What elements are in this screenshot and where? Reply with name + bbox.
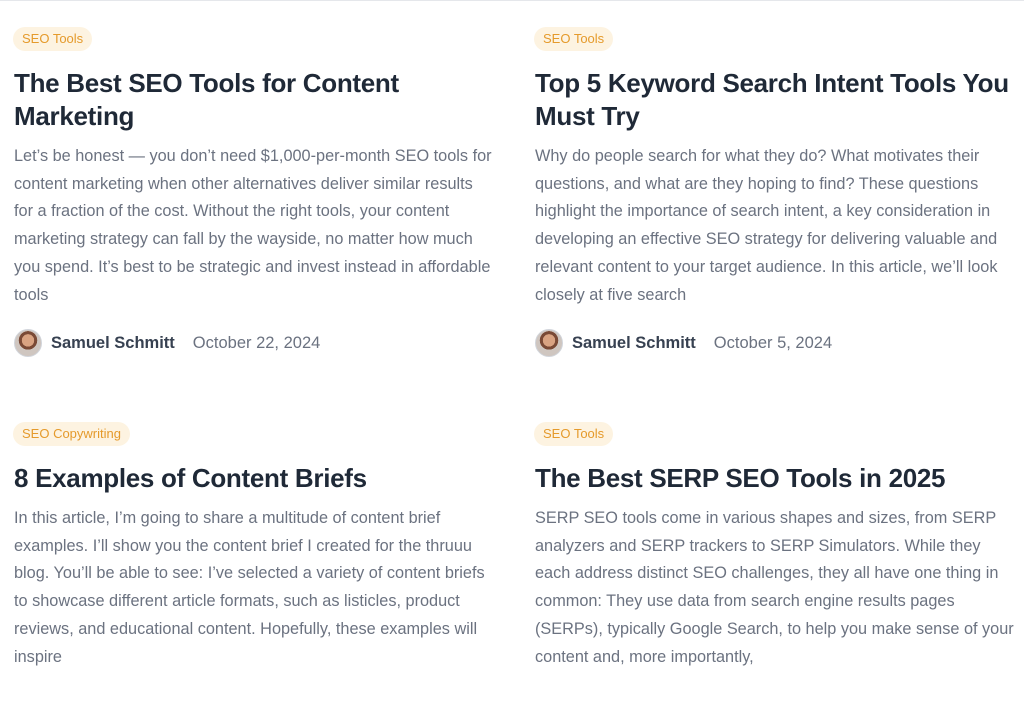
post-title[interactable]: 8 Examples of Content Briefs (14, 462, 494, 495)
post-card: SEO Tools The Best SEO Tools for Content… (13, 27, 494, 358)
blog-post-grid: SEO Tools The Best SEO Tools for Content… (0, 1, 1024, 705)
author-name[interactable]: Samuel Schmitt (572, 334, 696, 353)
category-badge[interactable]: SEO Tools (13, 27, 93, 51)
post-date: October 22, 2024 (192, 333, 321, 352)
category-badge[interactable]: SEO Tools (534, 27, 614, 51)
post-date: October 5, 2024 (713, 333, 833, 352)
post-card: SEO Tools Top 5 Keyword Search Intent To… (534, 27, 1015, 358)
post-card: SEO Tools The Best SERP SEO Tools in 202… (534, 422, 1015, 671)
category-badge[interactable]: SEO Tools (534, 422, 614, 446)
post-excerpt: Why do people search for what they do? W… (535, 147, 998, 304)
post-card: SEO Copywriting 8 Examples of Content Br… (13, 422, 494, 671)
post-title[interactable]: The Best SEO Tools for Content Marketing (14, 67, 494, 133)
post-meta: Samuel Schmitt October 5, 2024 (535, 329, 1015, 358)
post-meta: Samuel Schmitt October 22, 2024 (14, 329, 494, 358)
post-title[interactable]: The Best SERP SEO Tools in 2025 (535, 462, 1015, 495)
author-avatar (14, 329, 42, 358)
author-avatar (535, 329, 563, 358)
post-title[interactable]: Top 5 Keyword Search Intent Tools You Mu… (535, 67, 1015, 133)
post-excerpt: In this article, I’m going to share a mu… (14, 509, 485, 666)
post-excerpt: Let’s be honest — you don’t need $1,000-… (14, 147, 492, 304)
category-badge[interactable]: SEO Copywriting (13, 422, 130, 446)
author-name[interactable]: Samuel Schmitt (51, 334, 175, 353)
post-excerpt: SERP SEO tools come in various shapes an… (535, 509, 1014, 666)
